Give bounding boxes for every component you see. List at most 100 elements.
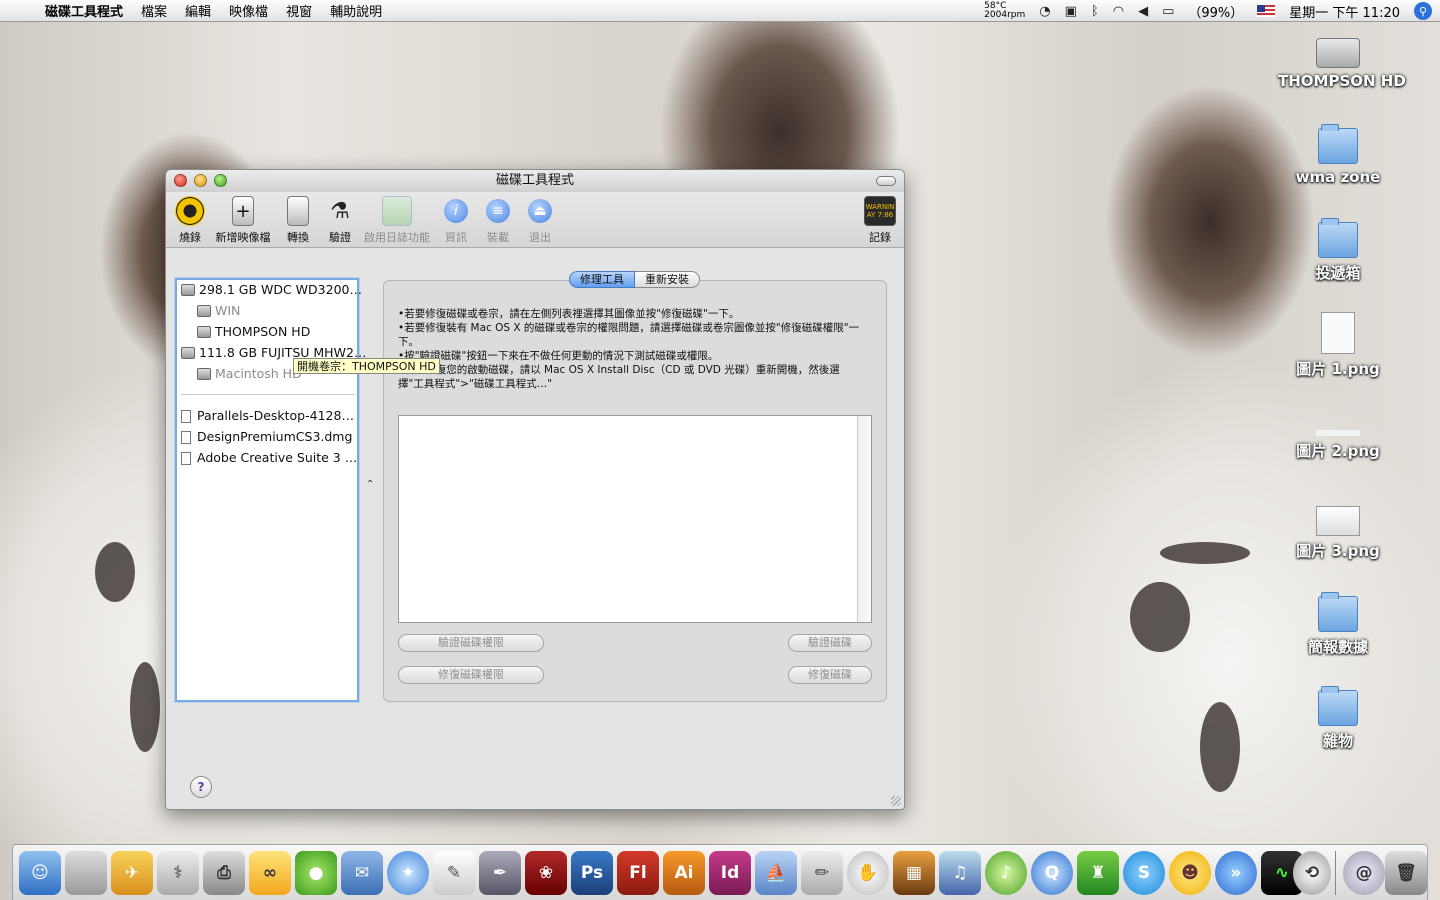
desktop-icon-picture-1[interactable]: 圖片 1.png — [1278, 312, 1398, 379]
dock-disk-utility-icon[interactable]: ⚕ — [157, 851, 199, 895]
wallpaper-shirt-print — [95, 542, 135, 602]
zoom-button[interactable] — [214, 174, 227, 187]
image-item[interactable]: DesignPremiumCS3.dmg — [181, 427, 352, 447]
dock-itunes-icon[interactable]: ♫ — [939, 851, 981, 895]
disk-list[interactable]: 298.1 GB WDC WD3200… WIN THOMPSON HD 111… — [175, 278, 366, 702]
dock-automator-icon[interactable]: ✈ — [111, 851, 153, 895]
dock-iphoto-icon[interactable]: ▦ — [893, 851, 935, 895]
dock-game-icon[interactable]: ♜ — [1077, 851, 1119, 895]
dock-accessibility-icon[interactable]: ✋ — [847, 851, 889, 895]
dock-yahoo-messenger-icon[interactable]: ∞ — [249, 851, 291, 895]
dock-network-icon[interactable]: @ — [1343, 851, 1385, 895]
time-machine-icon[interactable]: ◔ — [1039, 4, 1050, 19]
repair-disk-button[interactable]: 修復磁碟 — [788, 666, 872, 684]
input-source-flag-icon[interactable] — [1257, 5, 1276, 17]
dock-skype-icon[interactable]: S — [1123, 851, 1165, 895]
log-icon: WARNIN AY 7:86 — [864, 196, 896, 226]
log-scrollbar[interactable] — [857, 416, 871, 622]
dock-time-machine-icon[interactable]: ⟲ — [1293, 851, 1331, 895]
convert-button[interactable]: 轉換 — [280, 196, 316, 245]
log-button[interactable]: WARNIN AY 7:86 記錄 — [862, 196, 898, 245]
dock-printer-icon[interactable]: ⎙ — [203, 851, 245, 895]
dock-itunes-green-icon[interactable]: ♪ — [985, 851, 1027, 895]
dock-emoticon-icon[interactable]: ☻ — [1169, 851, 1211, 895]
bluetooth-icon[interactable]: ᛒ — [1091, 4, 1099, 19]
dock-mail-icon[interactable]: ✉ — [341, 851, 383, 895]
volume-item[interactable]: THOMPSON HD — [197, 322, 310, 342]
dock-photoshop-icon[interactable]: Ps — [571, 851, 613, 895]
burn-button[interactable]: 燒錄 — [172, 196, 208, 245]
dock-adium-icon[interactable]: ● — [295, 851, 337, 895]
dock-dreamweaver-icon[interactable]: ⛵ — [755, 851, 797, 895]
dock-illustrator-cs-icon[interactable]: ❀ — [525, 851, 567, 895]
tooltip: 開機卷宗：THOMPSON HD — [293, 358, 440, 374]
desktop-icon-wma-zone[interactable]: wma zone — [1278, 124, 1398, 186]
spotlight-icon[interactable]: ⚲ — [1414, 2, 1432, 20]
desktop-icon-presentation-data[interactable]: 簡報數據 — [1278, 592, 1398, 657]
desktop-icon-label: 簡報數據 — [1307, 638, 1368, 656]
menu-file[interactable]: 檔案 — [132, 1, 176, 20]
split-view-handle[interactable]: ⌃ — [366, 479, 374, 490]
verify-disk-button[interactable]: 驗證磁碟 — [788, 634, 872, 652]
dock-flash-icon[interactable]: Fl — [617, 851, 659, 895]
new-image-button[interactable]: + 新增映像檔 — [212, 196, 274, 245]
desktop-icon-picture-2[interactable]: 圖片 2.png — [1278, 400, 1398, 461]
dock-pen-tool-icon[interactable]: ✏ — [801, 851, 843, 895]
help-button[interactable]: ? — [190, 776, 212, 798]
menu-help[interactable]: 輔助說明 — [321, 1, 391, 20]
fan-speed-readout: 2004rpm — [984, 10, 1026, 20]
dock-indesign-icon[interactable]: Id — [709, 851, 751, 895]
verify-toolbar-button[interactable]: ⚗ 驗證 — [322, 196, 358, 245]
folder-icon — [1318, 124, 1358, 164]
temperature-monitor[interactable]: 58°C 2004rpm — [984, 2, 1025, 20]
image-item[interactable]: Parallels-Desktop-4128… — [181, 406, 354, 426]
dock-illustrator-icon[interactable]: Ai — [663, 851, 705, 895]
desktop-icon-thompson-hd[interactable]: THOMPSON HD — [1278, 30, 1406, 90]
menu-image[interactable]: 映像檔 — [220, 1, 277, 20]
volume-icon[interactable]: ◀ — [1138, 4, 1148, 19]
menu-bar: 磁碟工具程式 檔案 編輯 映像檔 視窗 輔助說明 58°C 2004rpm ◔ … — [0, 0, 1440, 22]
dock-system-preferences-icon[interactable] — [65, 851, 107, 895]
battery-icon[interactable]: ▭ — [1162, 4, 1174, 19]
burn-icon — [175, 196, 205, 226]
verify-permissions-button[interactable]: 驗證磁碟權限 — [398, 634, 544, 652]
repair-permissions-button[interactable]: 修復磁碟權限 — [398, 666, 544, 684]
eject-label: 退出 — [529, 231, 551, 244]
disk-item[interactable]: 298.1 GB WDC WD3200… — [181, 280, 362, 300]
mount-button[interactable]: ≡ 裝載 — [482, 196, 514, 245]
dock-graphic-icon[interactable]: ✒ — [479, 851, 521, 895]
dock-finder-icon[interactable]: ☺ — [19, 851, 61, 895]
menu-edit[interactable]: 編輯 — [176, 1, 220, 20]
dock-quicktime-icon[interactable]: Q — [1031, 851, 1073, 895]
eject-button[interactable]: ⏏ 退出 — [524, 196, 556, 245]
menu-clock[interactable]: 星期一 下午 11:20 — [1289, 2, 1400, 21]
display-icon[interactable]: ▣ — [1065, 4, 1077, 19]
enable-journaling-button[interactable]: 啟用日誌功能 — [362, 196, 432, 245]
disk-label: 298.1 GB WDC WD3200… — [199, 282, 362, 297]
volume-label: THOMPSON HD — [215, 324, 311, 339]
dock-forward-icon[interactable]: » — [1215, 851, 1257, 895]
window-titlebar[interactable]: 磁碟工具程式 — [166, 170, 904, 192]
image-item[interactable]: Adobe Creative Suite 3 … — [181, 448, 357, 468]
info-button[interactable]: i 資訊 — [440, 196, 472, 245]
minimize-button[interactable] — [194, 174, 207, 187]
new-image-label: 新增映像檔 — [215, 231, 271, 244]
tab-first-aid[interactable]: 修理工具 — [569, 271, 635, 288]
volume-item[interactable]: WIN — [197, 301, 240, 321]
results-log[interactable] — [398, 415, 872, 623]
resize-grip-icon[interactable] — [891, 796, 901, 806]
tab-restore[interactable]: 重新安裝 — [635, 271, 700, 288]
desktop-icon-picture-3[interactable]: 圖片 3.png — [1278, 496, 1398, 561]
dock-safari-icon[interactable]: ✦ — [387, 851, 429, 895]
desktop-icon-misc[interactable]: 雜物 — [1278, 686, 1398, 751]
close-button[interactable] — [174, 174, 187, 187]
battery-percent[interactable]: （99%） — [1188, 2, 1243, 21]
dock-trash-icon[interactable]: 🗑 — [1385, 851, 1427, 895]
wifi-icon[interactable]: ◠ — [1113, 4, 1124, 19]
toolbar-toggle-button[interactable] — [876, 176, 896, 186]
desktop-icon-drop-box[interactable]: 投遞箱 — [1278, 218, 1398, 283]
menu-window[interactable]: 視窗 — [277, 1, 321, 20]
menu-app-name[interactable]: 磁碟工具程式 — [36, 1, 132, 20]
dock-textedit-icon[interactable]: ✎ — [433, 851, 475, 895]
volume-item[interactable]: Macintosh HD — [197, 364, 302, 384]
